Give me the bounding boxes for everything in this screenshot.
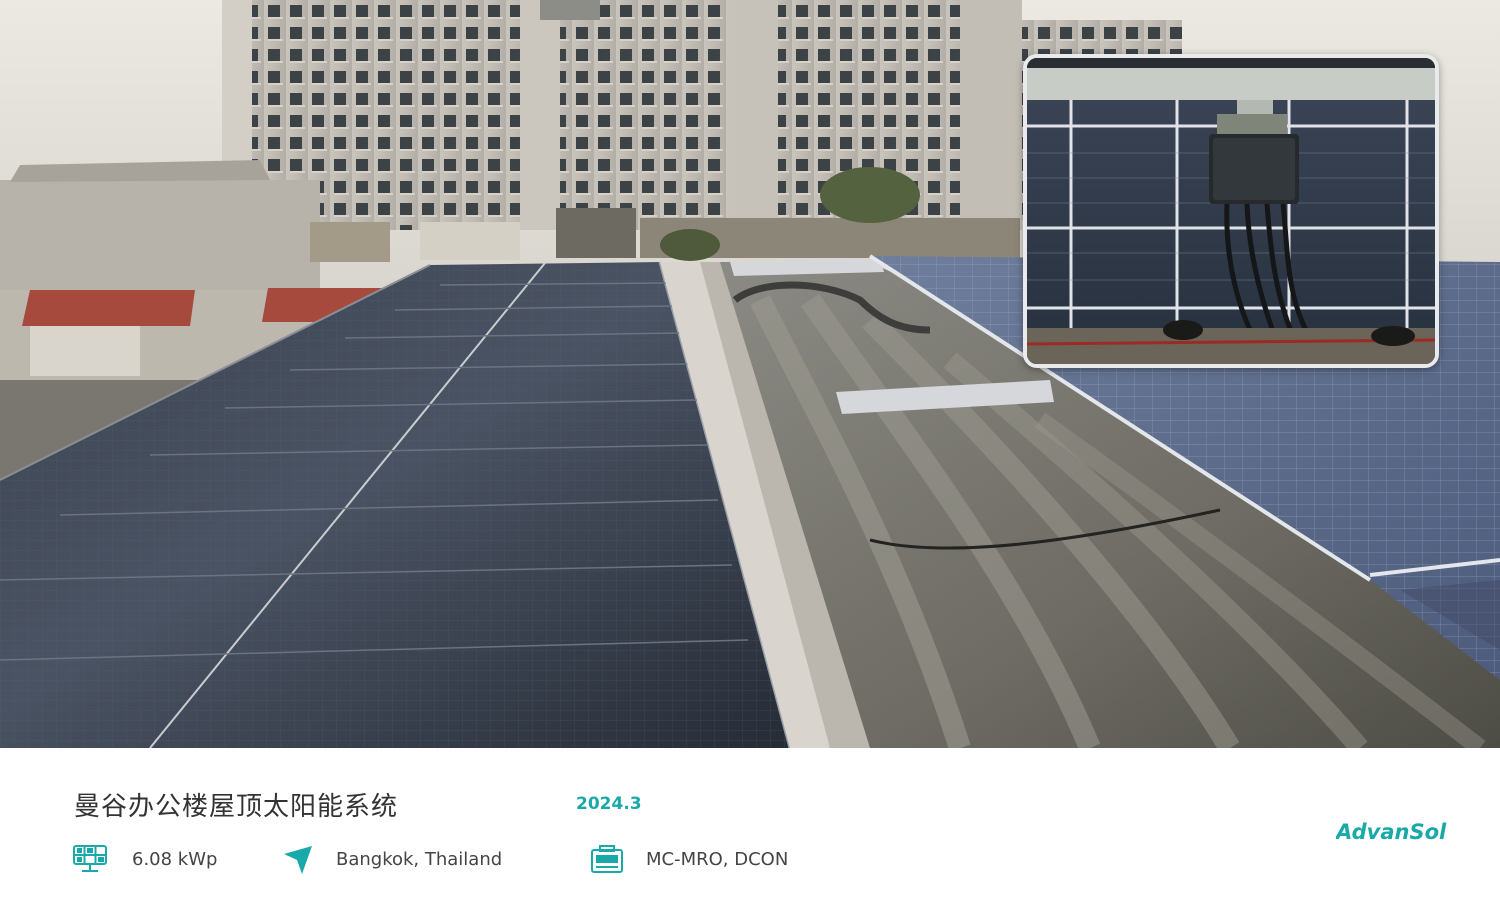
advansol-logo: AdvanSol	[1334, 818, 1466, 844]
products-used: MC-MRO, DCON	[646, 848, 789, 870]
microinverter-closeup	[1027, 58, 1435, 364]
device-box-icon	[590, 844, 626, 874]
project-date: 2024.3	[576, 794, 642, 814]
rooftop-solar-photo	[0, 0, 1500, 748]
system-capacity: 6.08 kWp	[132, 848, 218, 870]
solar-panel-icon	[72, 844, 108, 874]
project-caption: 曼谷办公楼屋顶太阳能系统 2024.3 6.08 kWp Bangkok, Th…	[0, 748, 1500, 910]
project-title: 曼谷办公楼屋顶太阳能系统	[74, 792, 399, 822]
location-arrow-icon	[282, 844, 318, 874]
svg-text:AdvanSol: AdvanSol	[1336, 820, 1447, 844]
spec-location: Bangkok, Thailand	[282, 844, 502, 874]
spec-products: MC-MRO, DCON	[590, 844, 788, 874]
inverter-closeup-inset	[1023, 54, 1439, 368]
spec-power: 6.08 kWp	[72, 844, 217, 874]
project-location: Bangkok, Thailand	[336, 848, 503, 870]
